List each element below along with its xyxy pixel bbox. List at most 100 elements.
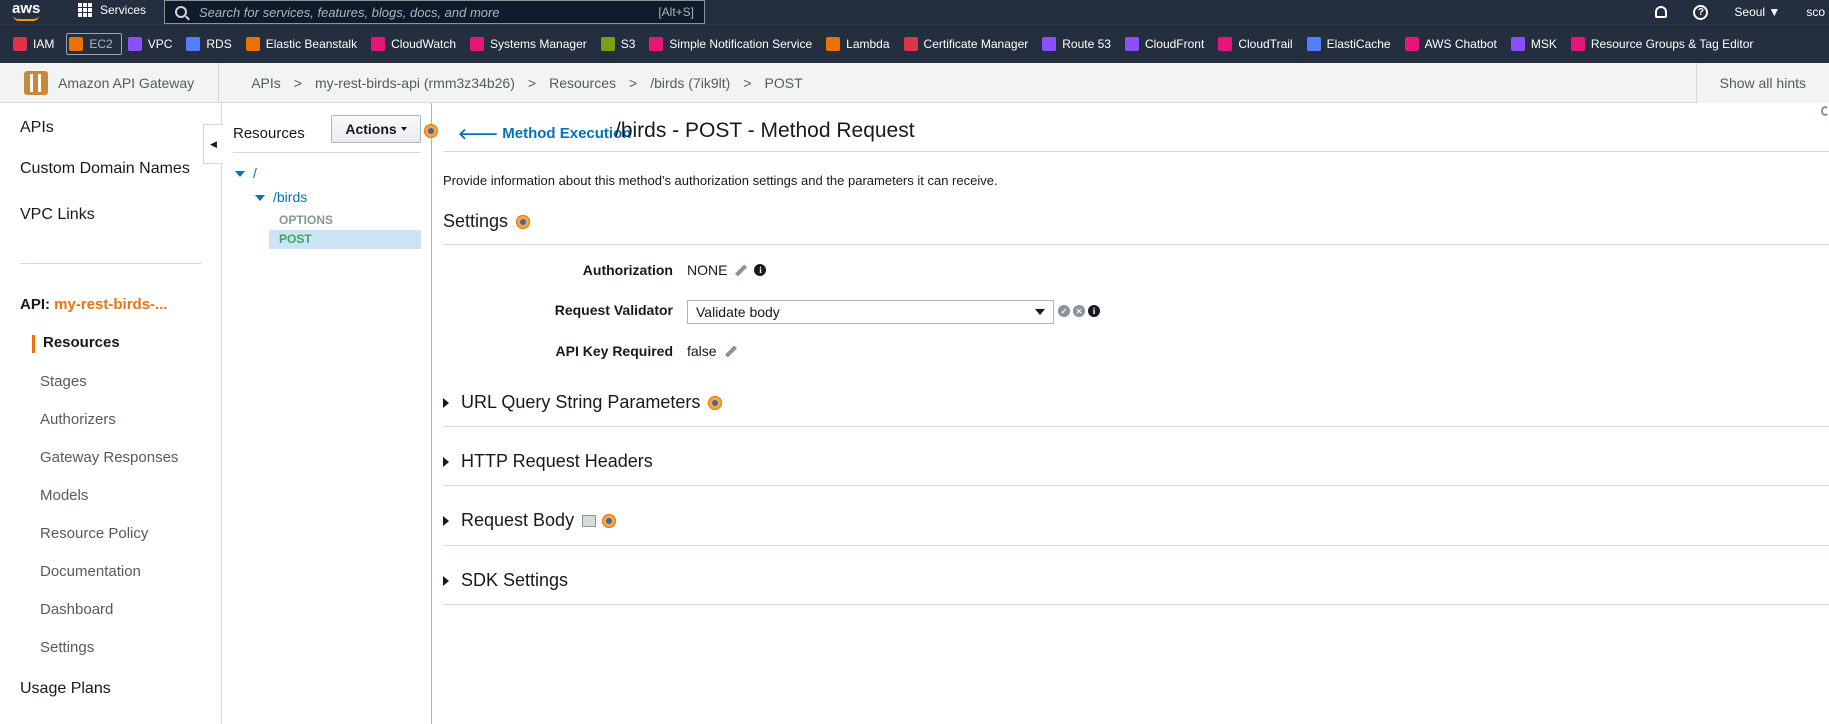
services-label: Services bbox=[100, 3, 147, 17]
favorite-aws-chatbot[interactable]: AWS Chatbot bbox=[1403, 33, 1505, 55]
hint-icon[interactable] bbox=[708, 395, 723, 410]
favorite-simple-notification-service[interactable]: Simple Notification Service bbox=[647, 33, 820, 55]
edge-icon[interactable] bbox=[1821, 106, 1829, 116]
settings-section-title: Settings bbox=[443, 211, 531, 232]
favorite-cloudwatch[interactable]: CloudWatch bbox=[369, 33, 464, 55]
service-icon bbox=[245, 37, 260, 51]
page-description: Provide information about this method's … bbox=[443, 173, 998, 188]
nav-item-documentation[interactable]: Documentation bbox=[40, 563, 141, 580]
bell-icon[interactable] bbox=[1655, 6, 1668, 18]
search-icon bbox=[175, 6, 187, 18]
expand-icon bbox=[443, 515, 449, 526]
nav-item-vpc-links[interactable]: VPC Links bbox=[20, 206, 95, 224]
nav-item-usage-plans[interactable]: Usage Plans bbox=[20, 680, 111, 698]
actions-label: Actions bbox=[345, 121, 397, 137]
favorite-systems-manager[interactable]: Systems Manager bbox=[468, 33, 595, 55]
favorite-elasticache[interactable]: ElastiCache bbox=[1305, 33, 1399, 55]
favorite-resource-groups-tag-editor[interactable]: Resource Groups & Tag Editor bbox=[1569, 33, 1762, 55]
breadcrumb-item[interactable]: APIs bbox=[251, 75, 281, 91]
api-key-required-label: API Key Required bbox=[555, 343, 673, 359]
breadcrumb-item[interactable]: my-rest-birds-api (rmm3z34b26) bbox=[315, 75, 515, 91]
request-validator-select[interactable]: Validate body bbox=[687, 300, 1054, 324]
help-icon[interactable]: ? bbox=[1693, 4, 1709, 20]
caret-down-icon bbox=[400, 127, 407, 131]
request-body-expander[interactable]: Request Body bbox=[443, 510, 617, 531]
favorite-label: RDS bbox=[206, 37, 232, 51]
resources-panel: Resources Actions / /birds OPTIONS POST bbox=[222, 103, 438, 724]
tree-method-options[interactable]: OPTIONS bbox=[279, 213, 333, 227]
collapse-nav-button[interactable]: ◀ bbox=[203, 124, 223, 164]
search-input[interactable]: Search for services, features, blogs, do… bbox=[164, 0, 705, 24]
favorite-ec2[interactable]: EC2 bbox=[66, 33, 122, 55]
api-key-value-group: false bbox=[687, 343, 736, 359]
user-menu[interactable]: sco bbox=[1806, 5, 1825, 19]
nav-item-apis[interactable]: APIs bbox=[20, 119, 54, 137]
favorite-label: Certificate Manager bbox=[923, 37, 1029, 51]
favorite-label: Route 53 bbox=[1062, 37, 1111, 51]
service-icon bbox=[1218, 37, 1233, 51]
service-icon bbox=[826, 37, 841, 51]
tree-expand-icon[interactable] bbox=[235, 171, 245, 177]
url-query-string-parameters-expander[interactable]: URL Query String Parameters bbox=[443, 392, 723, 413]
hint-icon[interactable] bbox=[602, 513, 617, 528]
breadcrumb-item[interactable]: /birds (7ik9lt) bbox=[650, 75, 730, 91]
nav-item-stages[interactable]: Stages bbox=[40, 373, 87, 390]
favorite-msk[interactable]: MSK bbox=[1509, 33, 1565, 55]
section-divider bbox=[443, 485, 1829, 486]
request-validator-label: Request Validator bbox=[554, 302, 673, 318]
tree-expand-icon[interactable] bbox=[255, 195, 265, 201]
hint-icon[interactable] bbox=[516, 214, 531, 229]
validator-actions: ✓ ✕ i bbox=[1058, 305, 1100, 317]
confirm-icon[interactable]: ✓ bbox=[1058, 305, 1070, 317]
favorite-label: Simple Notification Service bbox=[669, 37, 813, 51]
service-home-link[interactable]: Amazon API Gateway bbox=[0, 62, 220, 103]
nav-item-custom-domain-names[interactable]: Custom Domain Names bbox=[20, 160, 190, 178]
favorites-bar: IAM EC2 VPC RDS Elastic Beanstalk CloudWatch S… bbox=[0, 24, 1829, 63]
services-menu-button[interactable]: Services bbox=[78, 3, 146, 17]
favorite-cloudfront[interactable]: CloudFront bbox=[1123, 33, 1212, 55]
nav-item-authorizers[interactable]: Authorizers bbox=[40, 411, 116, 428]
api-name[interactable]: my-rest-birds-... bbox=[54, 296, 167, 313]
favorite-rds[interactable]: RDS bbox=[184, 33, 239, 55]
service-icon bbox=[470, 37, 485, 51]
http-request-headers-expander[interactable]: HTTP Request Headers bbox=[443, 451, 653, 472]
tree-method-post[interactable]: POST bbox=[279, 232, 312, 246]
pencil-icon[interactable] bbox=[725, 346, 736, 357]
service-icon bbox=[600, 37, 615, 51]
breadcrumb-separator: > bbox=[527, 74, 537, 91]
info-icon[interactable]: i bbox=[754, 264, 767, 276]
search-placeholder: Search for services, features, blogs, do… bbox=[199, 4, 500, 20]
cancel-icon[interactable]: ✕ bbox=[1073, 305, 1085, 317]
show-all-hints-button[interactable]: Show all hints bbox=[1695, 63, 1829, 103]
nav-item-settings[interactable]: Settings bbox=[40, 639, 94, 656]
favorite-route-53[interactable]: Route 53 bbox=[1040, 33, 1119, 55]
favorite-lambda[interactable]: Lambda bbox=[824, 33, 897, 55]
left-navigation: APIs Custom Domain Names VPC Links API: … bbox=[0, 103, 223, 724]
actions-button[interactable]: Actions bbox=[331, 115, 421, 143]
favorite-cloudtrail[interactable]: CloudTrail bbox=[1216, 33, 1300, 55]
nav-item-models[interactable]: Models bbox=[40, 487, 88, 504]
nav-item-resource-policy[interactable]: Resource Policy bbox=[40, 525, 148, 542]
pencil-icon[interactable] bbox=[735, 265, 746, 276]
nav-item-resources[interactable]: Resources bbox=[43, 334, 120, 351]
region-selector[interactable]: Seoul ▼ bbox=[1734, 5, 1780, 19]
favorite-certificate-manager[interactable]: Certificate Manager bbox=[902, 33, 1037, 55]
favorite-iam[interactable]: IAM bbox=[11, 33, 62, 55]
service-icon bbox=[1510, 37, 1525, 51]
tree-node-root[interactable]: / bbox=[253, 165, 257, 181]
favorite-s3[interactable]: S3 bbox=[599, 33, 644, 55]
book-icon[interactable] bbox=[582, 514, 597, 527]
search-shortcut: [Alt+S] bbox=[658, 5, 694, 19]
sdk-settings-expander[interactable]: SDK Settings bbox=[443, 570, 568, 591]
info-icon[interactable]: i bbox=[1088, 305, 1100, 317]
favorite-elastic-beanstalk[interactable]: Elastic Beanstalk bbox=[244, 33, 365, 55]
nav-item-gateway-responses[interactable]: Gateway Responses bbox=[40, 449, 178, 466]
breadcrumb-item[interactable]: Resources bbox=[549, 75, 616, 91]
method-execution-link[interactable]: 🡐 Method Execution bbox=[458, 124, 631, 143]
favorite-vpc[interactable]: VPC bbox=[126, 33, 181, 55]
favorite-label: ElastiCache bbox=[1326, 37, 1391, 51]
section-divider bbox=[443, 604, 1829, 605]
nav-item-dashboard[interactable]: Dashboard bbox=[40, 601, 113, 618]
service-icon bbox=[1570, 37, 1585, 51]
tree-node-birds[interactable]: /birds bbox=[273, 189, 307, 205]
